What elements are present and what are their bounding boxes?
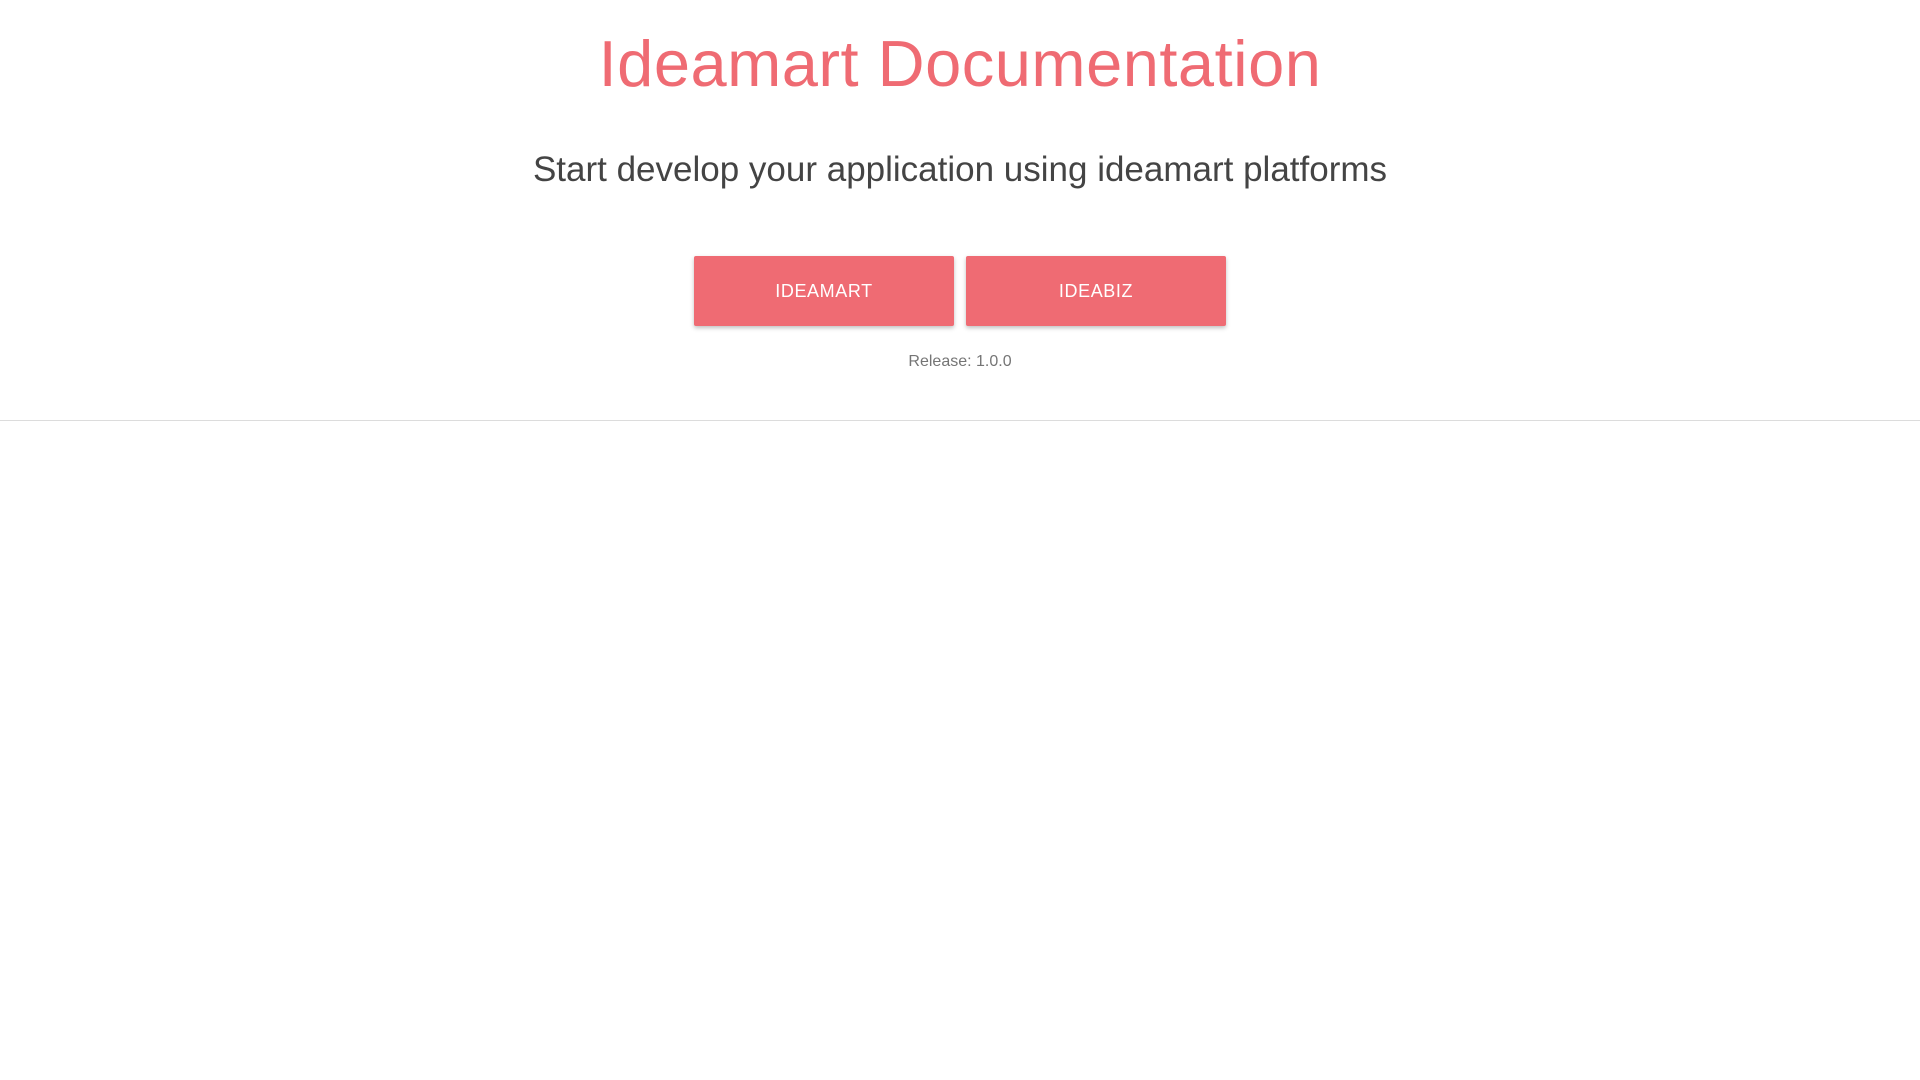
ideamart-button[interactable]: IDEAMART [694, 256, 954, 326]
hero-section: Ideamart Documentation Start develop you… [0, 0, 1920, 421]
ideabiz-button[interactable]: IDEABIZ [966, 256, 1226, 326]
page-subtitle: Start develop your application using ide… [532, 150, 1388, 189]
page-title: Ideamart Documentation [598, 27, 1322, 100]
platform-buttons: IDEAMART IDEABIZ [694, 256, 1226, 327]
release-version: Release: 1.0.0 [908, 353, 1012, 370]
